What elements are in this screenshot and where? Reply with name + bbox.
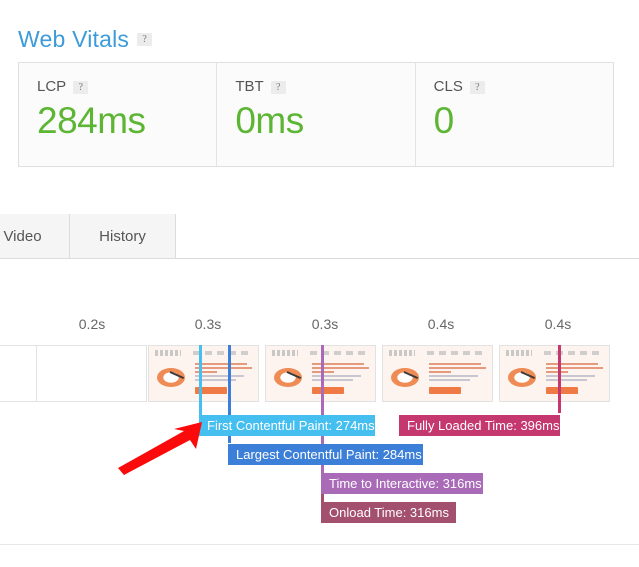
vital-cell-cls: CLS ? 0 (415, 63, 613, 166)
tab-history[interactable]: History (70, 214, 176, 258)
vital-value-cls: 0 (434, 99, 613, 143)
tab-history-label: History (99, 228, 146, 245)
vital-label-lcp: LCP ? (37, 79, 216, 95)
thumbnail-logo-icon (155, 350, 181, 356)
event-label-time-to-interactive[interactable]: Time to Interactive: 316ms (321, 473, 483, 494)
vital-label-tbt-text: TBT (235, 79, 263, 95)
thumbnail-cta-button (429, 387, 461, 394)
thumbnail-logo-icon (506, 350, 532, 356)
filmstrip-frame[interactable] (499, 345, 610, 402)
tab-strip: Video History (0, 214, 639, 259)
tick-label-3: 0.4s (411, 316, 471, 332)
tick-label-0: 0.2s (62, 316, 122, 332)
event-label-onload-time[interactable]: Onload Time: 316ms (321, 502, 456, 523)
event-label-fully-loaded-time[interactable]: Fully Loaded Time: 396ms (399, 415, 560, 436)
thumbnail-nav (310, 351, 370, 355)
vital-label-cls: CLS ? (434, 79, 613, 95)
thumbnail-cta-button (546, 387, 578, 394)
vital-label-cls-text: CLS (434, 79, 463, 95)
thumbnail-text (195, 363, 252, 383)
tab-video-label: Video (3, 228, 41, 245)
thumbnail-gauge-icon (508, 366, 540, 390)
filmstrip-frame[interactable] (148, 345, 259, 402)
help-icon-lcp[interactable]: ? (73, 81, 88, 94)
thumbnail-text (546, 363, 603, 383)
marker-line-fully-loaded-time (558, 345, 561, 413)
filmstrip-frame[interactable] (36, 345, 147, 402)
filmstrip-frame[interactable] (382, 345, 493, 402)
event-label-first-contentful-paint[interactable]: First Contentful Paint: 274ms (199, 415, 375, 436)
thumbnail-nav (427, 351, 487, 355)
tab-video[interactable]: Video (0, 214, 70, 258)
web-vitals-card: LCP ? 284ms TBT ? 0ms CLS ? 0 (18, 62, 614, 167)
thumbnail-cta-button (312, 387, 344, 394)
thumbnail-gauge-icon (274, 366, 306, 390)
help-icon-cls[interactable]: ? (470, 81, 485, 94)
marker-line-first-contentful-paint (199, 345, 202, 422)
page-title: Web Vitals (18, 28, 129, 51)
vital-cell-tbt: TBT ? 0ms (216, 63, 414, 166)
tick-label-2: 0.3s (295, 316, 355, 332)
thumbnail-logo-icon (272, 350, 298, 356)
help-icon[interactable]: ? (137, 33, 152, 46)
help-icon-tbt[interactable]: ? (271, 81, 286, 94)
vital-label-tbt: TBT ? (235, 79, 414, 95)
panel-bottom-divider (0, 544, 639, 545)
thumbnail-logo-icon (389, 350, 415, 356)
thumbnail-nav (193, 351, 253, 355)
vital-value-tbt: 0ms (235, 99, 414, 143)
event-label-largest-contentful-paint[interactable]: Largest Contentful Paint: 284ms (228, 444, 423, 465)
thumbnail-gauge-icon (157, 366, 189, 390)
web-vitals-heading: Web Vitals ? (18, 28, 152, 51)
thumbnail-nav (544, 351, 604, 355)
vital-cell-lcp: LCP ? 284ms (19, 63, 216, 166)
tick-label-4: 0.4s (528, 316, 588, 332)
vital-value-lcp: 284ms (37, 99, 216, 143)
thumbnail-text (429, 363, 486, 383)
thumbnail-gauge-icon (391, 366, 423, 390)
tick-label-1: 0.3s (178, 316, 238, 332)
vital-label-lcp-text: LCP (37, 79, 66, 95)
